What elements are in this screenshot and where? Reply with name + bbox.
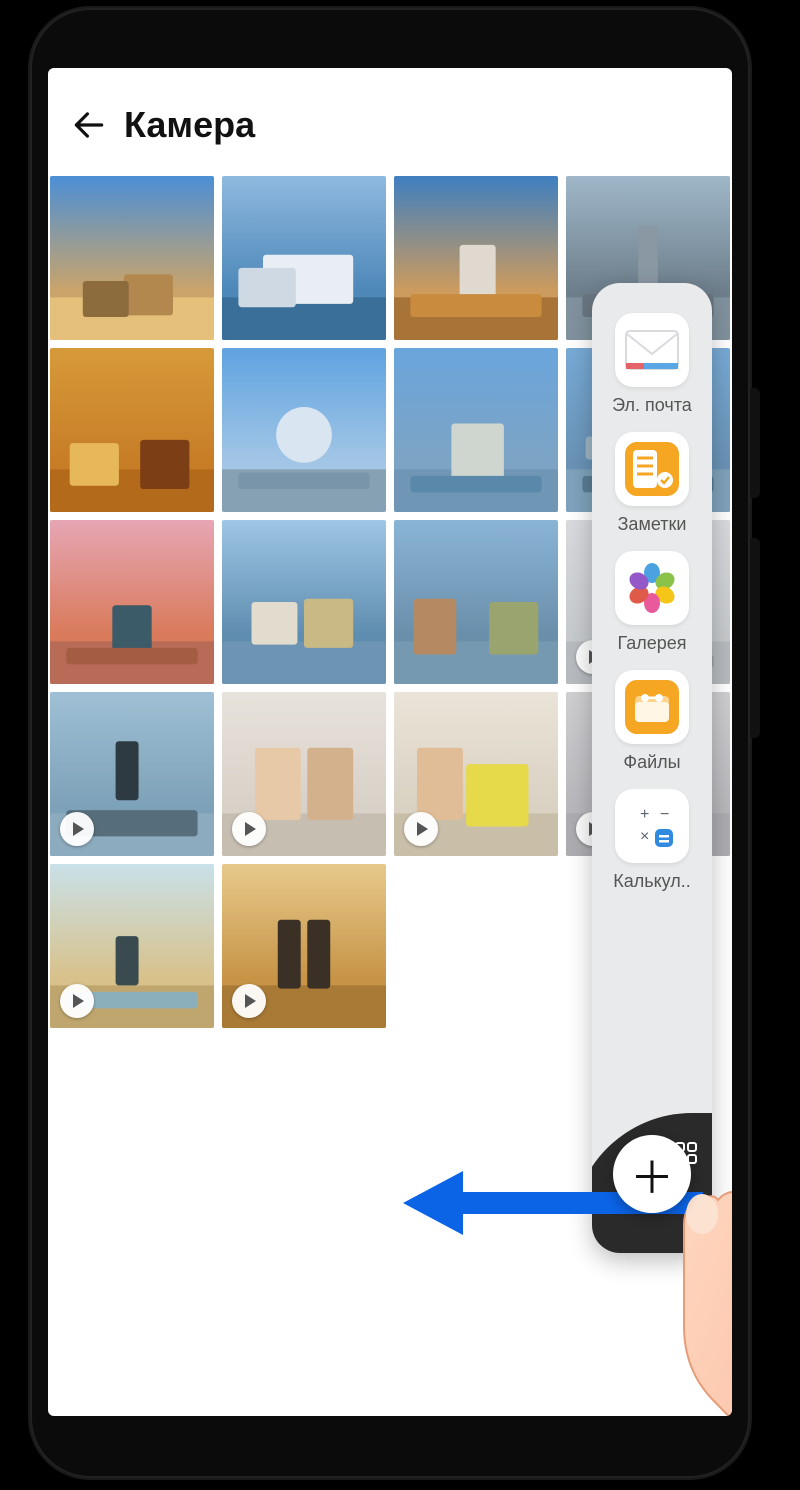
calc-icon: +−× (615, 789, 689, 863)
photo-thumbnail[interactable] (222, 348, 386, 512)
screen: Камера Эл. почта Заметки Галерея Файлы +−× Ка… (48, 68, 732, 1416)
dock-item-files[interactable]: Файлы (612, 670, 692, 789)
app-grid-icon[interactable] (674, 1141, 698, 1165)
play-icon (404, 812, 438, 846)
dock-label: Галерея (617, 633, 686, 654)
video-thumbnail[interactable] (50, 864, 214, 1028)
side-button-2 (750, 538, 760, 738)
photo-thumbnail[interactable] (394, 520, 558, 684)
notes-icon (615, 432, 689, 506)
gallery-icon (615, 551, 689, 625)
dock-item-notes[interactable]: Заметки (612, 432, 692, 551)
photo-thumbnail[interactable] (222, 176, 386, 340)
svg-text:×: × (640, 828, 649, 845)
photo-thumbnail[interactable] (50, 348, 214, 512)
video-thumbnail[interactable] (394, 692, 558, 856)
photo-thumbnail[interactable] (222, 520, 386, 684)
app-header: Камера (48, 68, 732, 176)
play-icon (60, 812, 94, 846)
page-title: Камера (124, 104, 255, 146)
phone-frame: Камера Эл. почта Заметки Галерея Файлы +−× Ка… (30, 8, 750, 1478)
side-button-1 (750, 388, 760, 498)
play-icon (232, 812, 266, 846)
dock-item-gallery[interactable]: Галерея (612, 551, 692, 670)
photo-thumbnail[interactable] (50, 176, 214, 340)
app-dock: Эл. почта Заметки Галерея Файлы +−× Калькул..… (592, 283, 712, 1253)
dock-label: Калькул.. (613, 871, 691, 892)
dock-item-mail[interactable]: Эл. почта (612, 313, 692, 432)
photo-thumbnail[interactable] (394, 176, 558, 340)
video-thumbnail[interactable] (50, 692, 214, 856)
files-icon (615, 670, 689, 744)
play-icon (232, 984, 266, 1018)
dock-label: Файлы (623, 752, 680, 773)
video-thumbnail[interactable] (222, 692, 386, 856)
mail-icon (615, 313, 689, 387)
play-icon (60, 984, 94, 1018)
svg-text:−: − (660, 806, 669, 823)
photo-thumbnail[interactable] (394, 348, 558, 512)
dock-item-calc[interactable]: +−× Калькул.. (612, 789, 692, 908)
video-thumbnail[interactable] (222, 864, 386, 1028)
dock-label: Заметки (618, 514, 687, 535)
dock-label: Эл. почта (612, 395, 692, 416)
photo-thumbnail[interactable] (50, 520, 214, 684)
back-arrow-icon[interactable] (70, 106, 108, 144)
svg-text:+: + (640, 806, 649, 823)
